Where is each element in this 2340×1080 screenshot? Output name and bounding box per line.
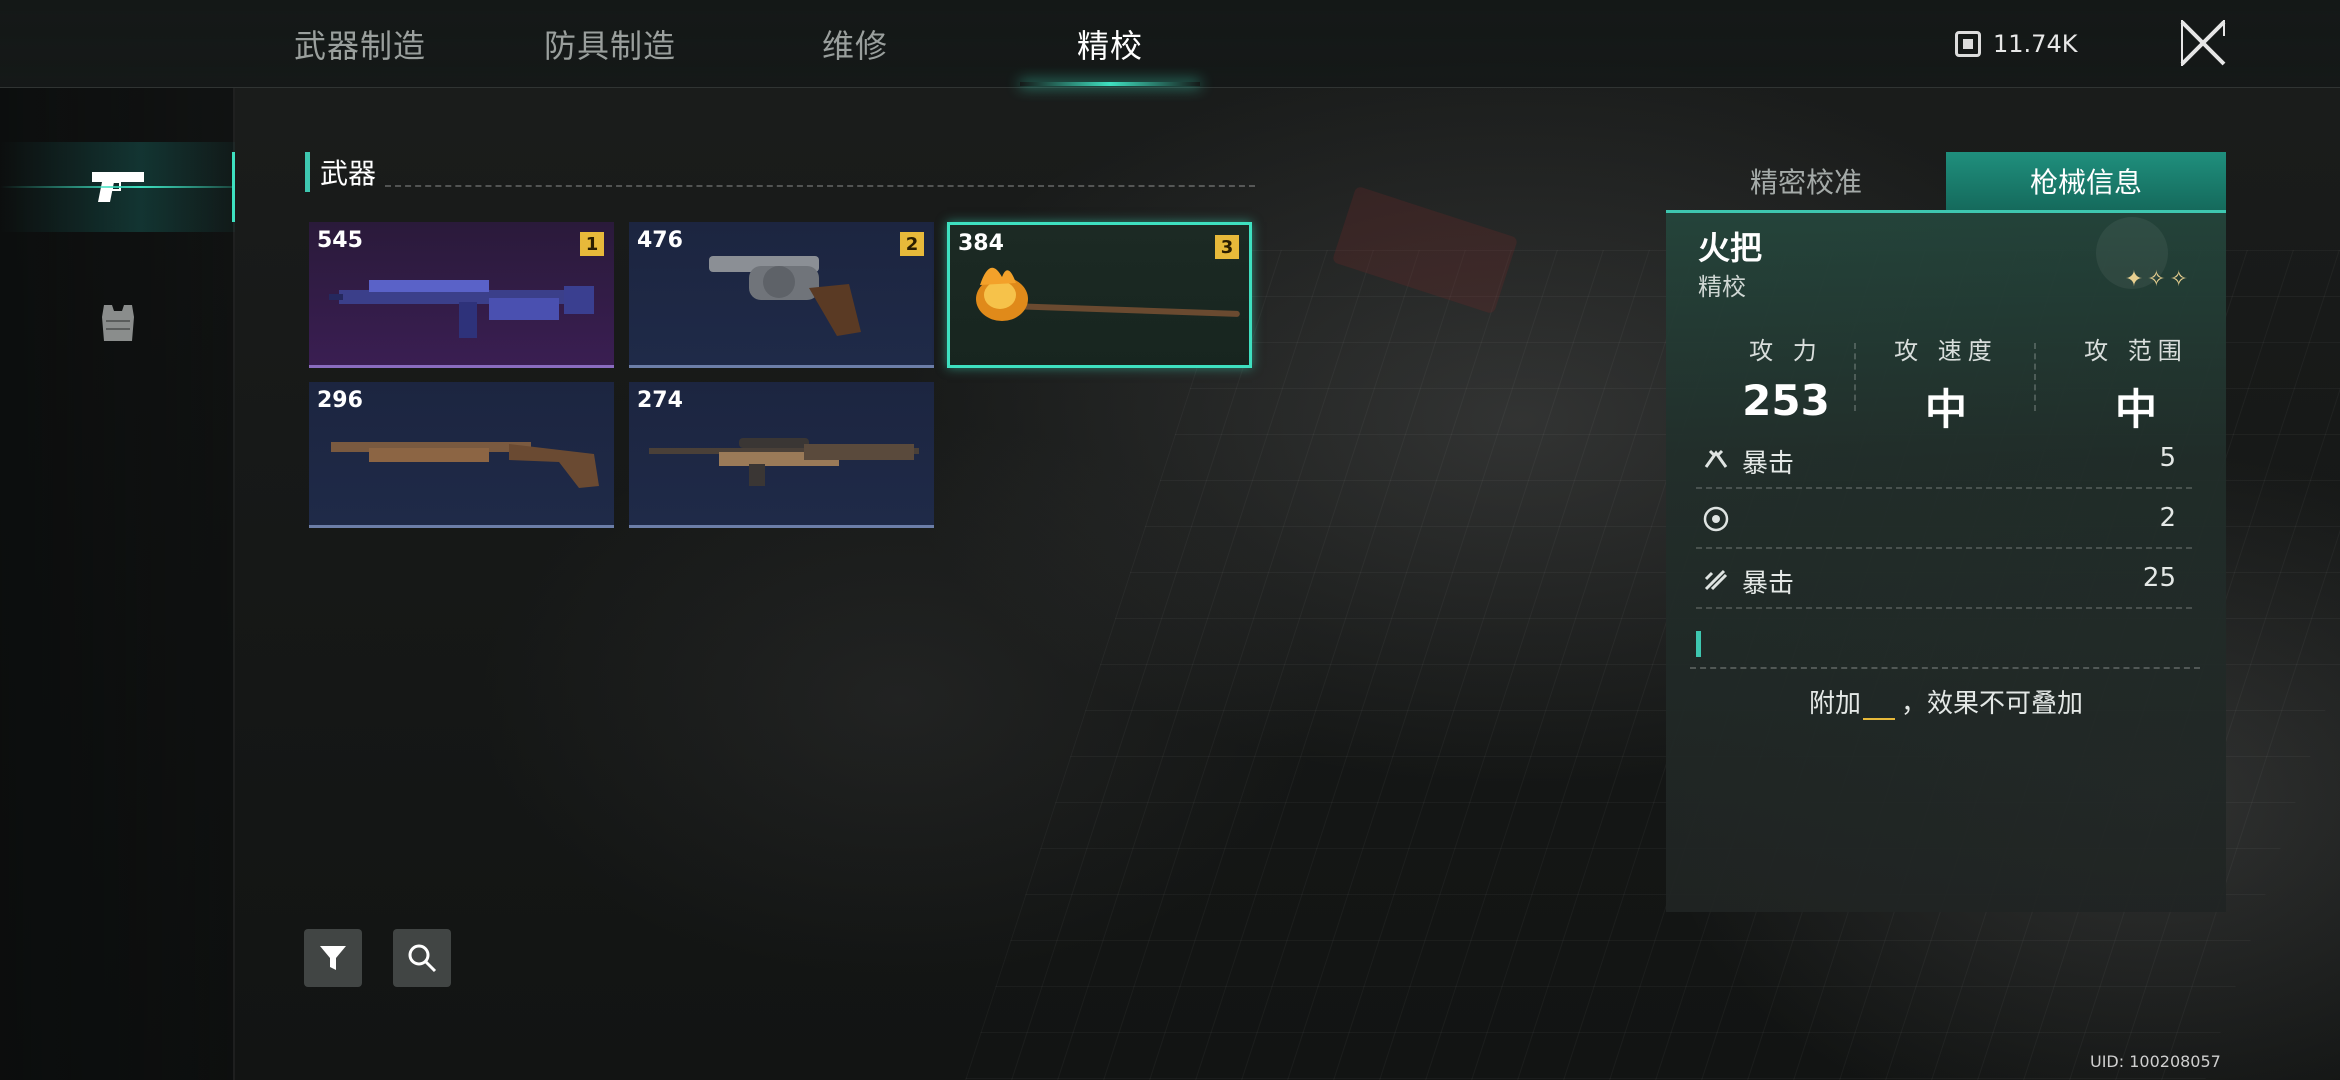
crit-damage-icon [1704,569,1728,591]
stat-attack-range: 攻 范围 中 [2046,331,2226,437]
rank-badge: 1 [580,232,604,256]
weapon-card[interactable]: 545 1 [309,222,614,368]
weapon-score: 476 [637,228,683,253]
stat-label: 攻 范围 [2084,337,2188,365]
rail-item-armor[interactable] [0,278,235,368]
top-bar: 武器制造 防具制造 维修 精校 11.74K [0,0,2340,88]
tab-precision-calibration[interactable]: 精密校准 [1666,152,1946,210]
effect-blank [1863,694,1895,720]
weapon-card[interactable]: 476 2 [629,222,934,368]
active-tab-indicator [1020,82,1200,86]
tab-weapon-info[interactable]: 枪械信息 [1946,152,2226,210]
search-icon [408,944,437,973]
tab-refine[interactable]: 精校 [1040,0,1180,88]
weapon-subtitle: 精校 [1698,273,1746,301]
filter-icon [320,946,346,970]
stat-value: 中 [2114,385,2157,434]
stat-label: 攻 速度 [1894,337,1998,365]
effect-marker [1696,631,1701,657]
stat-attack-speed: 攻 速度 中 [1856,331,2036,437]
stat-value: 253 [1742,376,1830,425]
weapon-info-panel: 火把 精校 ✦✧✧ 攻 力 253 攻 速度 中 攻 范围 中 暴击 5 2 暴… [1666,210,2226,912]
armor-vest-icon [101,305,134,341]
rank-badge: 2 [900,232,924,256]
category-rail [0,88,235,1080]
tab-repair[interactable]: 维修 [790,0,920,88]
weapon-score: 545 [317,228,363,253]
stat-value: 中 [1924,385,1967,434]
filter-button[interactable] [304,929,362,987]
weapon-score: 384 [958,231,1004,256]
user-id: UID: 100208057 [2090,1052,2221,1071]
weapon-card[interactable]: 296 [309,382,614,528]
property-row: 暴击 25 [1696,549,2192,609]
tab-weapon-crafting[interactable]: 武器制造 [270,0,450,88]
property-value: 25 [2142,563,2176,593]
weapon-score: 274 [637,388,683,413]
close-icon [2180,20,2226,66]
effect-suffix: ，效果不可叠加 [1901,689,2084,719]
effect-description: 附加 ，效果不可叠加 [1666,683,2226,720]
star-rating-icon: ✦✧✧ [2124,267,2192,292]
section-title: 武器 [305,152,376,192]
property-row: 2 [1696,489,2192,549]
stat-attack: 攻 力 253 [1696,331,1876,425]
weapon-card[interactable]: 274 [629,382,934,528]
weapon-card[interactable]: 384 3 [947,222,1252,368]
rank-badge: 3 [1215,235,1239,259]
rail-item-weapons[interactable] [0,142,235,232]
weapon-name: 火把 [1698,229,1763,267]
property-row: 暴击 5 [1696,429,2192,489]
currency-display: 11.74K [1955,26,2077,62]
crit-icon [1704,449,1728,468]
section-divider [385,185,1255,187]
currency-value: 11.74K [1993,30,2078,58]
search-button[interactable] [393,929,451,987]
stat-label: 攻 力 [1749,337,1823,365]
close-button[interactable] [2178,18,2228,68]
stat-divider [2034,343,2036,411]
property-value: 5 [2159,443,2176,473]
property-value: 2 [2159,503,2176,533]
property-label: 暴击 [1742,569,1795,599]
target-icon [1703,506,1729,532]
effect-divider [1690,667,2200,669]
tab-armor-crafting[interactable]: 防具制造 [520,0,700,88]
effect-prefix: 附加 [1808,689,1861,719]
property-label: 暴击 [1742,449,1795,479]
weapon-score: 296 [317,388,363,413]
currency-icon [1955,31,1981,57]
pistol-icon [91,172,144,202]
